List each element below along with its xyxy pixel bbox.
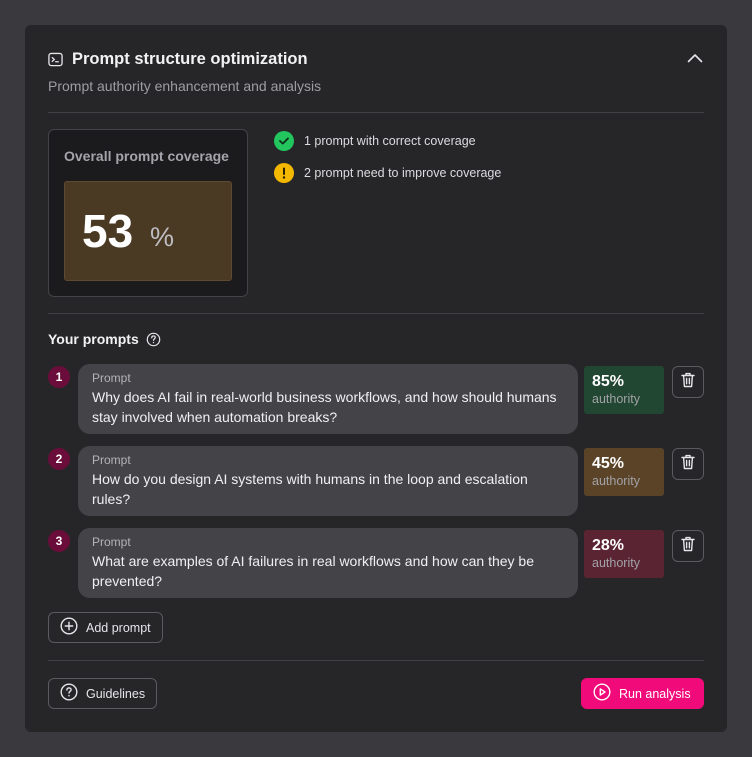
delete-prompt-button[interactable]: [672, 448, 704, 480]
status-text: 1 prompt with correct coverage: [304, 134, 476, 148]
run-analysis-button[interactable]: Run analysis: [581, 678, 704, 709]
guidelines-label: Guidelines: [86, 686, 146, 701]
prompt-text: How do you design AI systems with humans…: [92, 471, 528, 507]
status-item-improve: 2 prompt need to improve coverage: [274, 163, 501, 183]
plus-circle-icon: [60, 617, 78, 638]
delete-prompt-button[interactable]: [672, 530, 704, 562]
trash-icon: [681, 536, 695, 557]
chevron-up-icon: [687, 50, 703, 68]
check-circle-icon: [274, 131, 294, 151]
card-header: Prompt structure optimization: [48, 50, 308, 69]
status-item-correct: 1 prompt with correct coverage: [274, 131, 501, 151]
prompt-row: 2 Prompt How do you design AI systems wi…: [48, 446, 704, 516]
prompt-input[interactable]: Prompt What are examples of AI failures …: [78, 528, 578, 598]
play-circle-icon: [593, 683, 611, 704]
coverage-unit: %: [150, 222, 175, 252]
terminal-icon: [48, 52, 63, 67]
authority-label: authority: [592, 474, 640, 488]
prompt-label: Prompt: [92, 535, 131, 549]
divider: [48, 313, 704, 314]
prompt-number-badge: 1: [48, 366, 70, 388]
prompts-section-header: Your prompts: [48, 331, 161, 347]
divider: [48, 112, 704, 113]
collapse-button[interactable]: [685, 50, 705, 68]
authority-score-badge: 45% authority: [584, 448, 664, 496]
prompt-number-badge: 3: [48, 530, 70, 552]
trash-icon: [681, 454, 695, 475]
card-title: Prompt structure optimization: [72, 50, 308, 68]
prompts-section-title: Your prompts: [48, 331, 139, 347]
coverage-value-box: 53 %: [64, 181, 232, 281]
prompt-number-badge: 2: [48, 448, 70, 470]
prompt-text: What are examples of AI failures in real…: [92, 553, 534, 589]
prompt-optimization-card: Prompt structure optimization Prompt aut…: [25, 25, 727, 732]
trash-icon: [681, 372, 695, 393]
authority-label: authority: [592, 556, 640, 570]
prompt-label: Prompt: [92, 453, 131, 467]
guidelines-button[interactable]: Guidelines: [48, 678, 158, 709]
divider: [48, 660, 704, 661]
authority-label: authority: [592, 392, 640, 406]
question-circle-icon[interactable]: [146, 332, 161, 347]
prompt-input[interactable]: Prompt How do you design AI systems with…: [78, 446, 578, 516]
coverage-status-list: 1 prompt with correct coverage 2 prompt …: [274, 131, 501, 195]
prompt-row: 3 Prompt What are examples of AI failure…: [48, 528, 704, 598]
authority-score: 85%: [592, 373, 625, 390]
prompt-label: Prompt: [92, 371, 131, 385]
question-circle-icon: [60, 683, 78, 704]
authority-score: 45%: [592, 455, 625, 472]
authority-score: 28%: [592, 537, 625, 554]
authority-score-badge: 28% authority: [584, 530, 664, 578]
status-text: 2 prompt need to improve coverage: [304, 166, 502, 180]
prompt-input[interactable]: Prompt Why does AI fail in real-world bu…: [78, 364, 578, 434]
prompt-text: Why does AI fail in real-world business …: [92, 389, 557, 425]
warning-circle-icon: [274, 163, 294, 183]
authority-score-badge: 85% authority: [584, 366, 664, 414]
add-prompt-label: Add prompt: [86, 620, 151, 635]
run-analysis-label: Run analysis: [619, 686, 691, 701]
add-prompt-button[interactable]: Add prompt: [48, 612, 163, 643]
coverage-value: 53: [82, 205, 134, 257]
delete-prompt-button[interactable]: [672, 366, 704, 398]
prompt-row: 1 Prompt Why does AI fail in real-world …: [48, 364, 704, 434]
coverage-panel: Overall prompt coverage 53 %: [48, 129, 248, 297]
coverage-label: Overall prompt coverage: [64, 148, 229, 164]
card-subtitle: Prompt authority enhancement and analysi…: [48, 78, 322, 94]
